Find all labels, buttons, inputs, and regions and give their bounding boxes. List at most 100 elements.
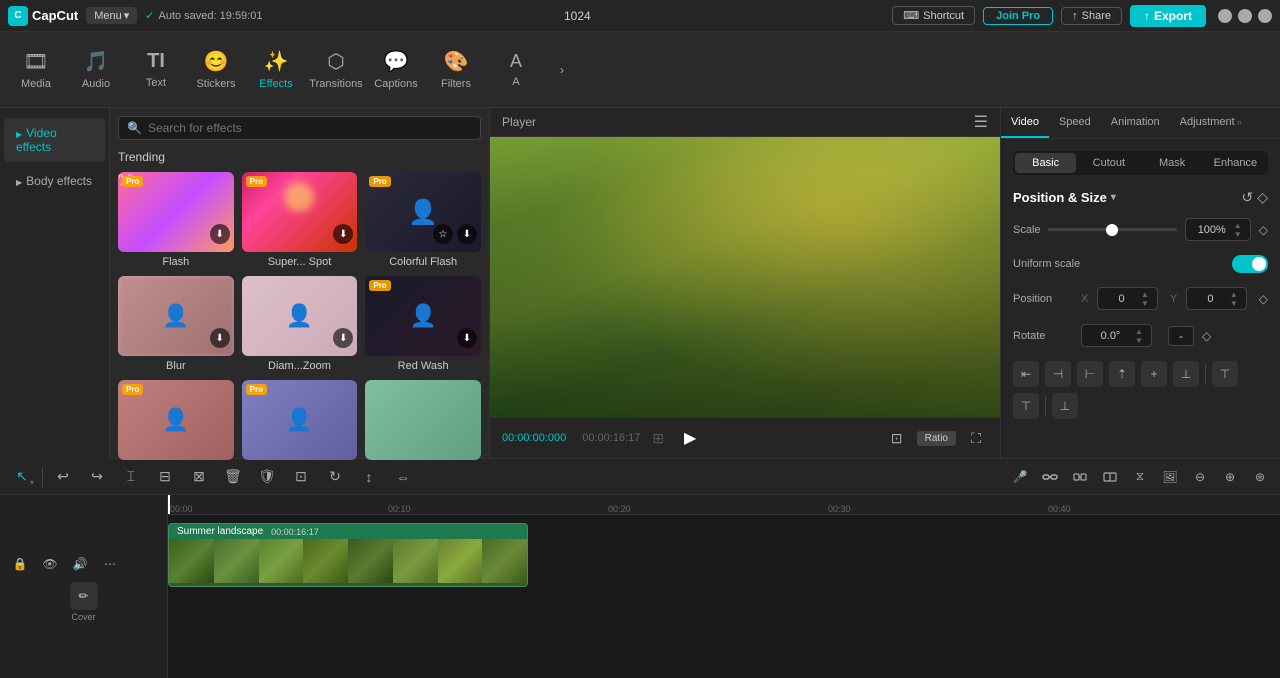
align-tl[interactable]: ⊤ — [1212, 361, 1238, 387]
timeline-tracks[interactable]: 00:00 00:10 00:20 00:30 00:40 Summer lan… — [168, 495, 1280, 678]
tl-fit[interactable]: ⊛ — [1248, 465, 1272, 489]
tool-audio[interactable]: 🎵 Audio — [68, 36, 124, 104]
rotate-diamond[interactable]: ◇ — [1202, 329, 1211, 343]
fit-screen-button[interactable]: ⊡ — [885, 426, 909, 450]
tl-clip2[interactable] — [1068, 465, 1092, 489]
download-btn-blur[interactable]: ⬇ — [210, 328, 230, 348]
subtab-enhance[interactable]: Enhance — [1205, 153, 1266, 173]
tl-image[interactable]: 🖼 — [1158, 465, 1182, 489]
rotate-input[interactable] — [1088, 330, 1133, 342]
video-effects-tab[interactable]: Video effects — [4, 118, 105, 162]
scale-down[interactable]: ▼ — [1232, 230, 1244, 238]
tl-split[interactable]: ⌶ — [117, 463, 145, 491]
tab-adjustment[interactable]: Adjustment » — [1170, 108, 1252, 138]
pos-y-input[interactable] — [1193, 293, 1228, 305]
play-button[interactable]: ▶ — [676, 424, 704, 452]
tl-mirror[interactable]: ⇔ — [389, 463, 417, 491]
tl-redo[interactable]: ↪ — [83, 463, 111, 491]
minimize-button[interactable] — [1218, 9, 1232, 23]
pos-x-input[interactable] — [1104, 293, 1139, 305]
align-center[interactable]: + — [1141, 361, 1167, 387]
align-right[interactable]: ⊢ — [1077, 361, 1103, 387]
effect-flash[interactable]: ');"> Pro ⬇ Flash — [118, 172, 234, 268]
effect-red-wash[interactable]: 👤 Pro ⬇ Red Wash — [365, 276, 481, 372]
tool-extra[interactable]: A A — [488, 36, 544, 104]
ratio-button[interactable]: Ratio — [917, 431, 956, 446]
fullscreen-button[interactable]: ⛶ — [964, 426, 988, 450]
tool-stickers[interactable]: 😊 Stickers — [188, 36, 244, 104]
effect-diam-zoom[interactable]: 👤 ⬇ Diam...Zoom — [242, 276, 358, 372]
effect-blur[interactable]: 👤 ⬇ Blur — [118, 276, 234, 372]
download-btn-colorflash[interactable]: ⬇ — [457, 224, 477, 244]
reset-icon[interactable]: ↺ — [1241, 189, 1253, 206]
subtab-basic[interactable]: Basic — [1015, 153, 1076, 173]
tab-speed[interactable]: Speed — [1049, 108, 1101, 138]
tl-zoom-in[interactable]: ⊕ — [1218, 465, 1242, 489]
effect-pro3[interactable]: 👤 Pro — [118, 380, 234, 460]
tl-link[interactable]: ⧖ — [1128, 465, 1152, 489]
scale-up[interactable]: ▲ — [1232, 221, 1244, 229]
effect-super-spot[interactable]: Pro ⬇ Super... Spot — [242, 172, 358, 268]
subtab-cutout[interactable]: Cutout — [1078, 153, 1139, 173]
rotate-down[interactable]: ▼ — [1133, 336, 1145, 344]
tl-split2[interactable]: ⊟ — [151, 463, 179, 491]
lock-icon[interactable]: 🔒 — [8, 552, 32, 576]
pos-diamond[interactable]: ◇ — [1259, 292, 1268, 306]
menu-button[interactable]: Menu ▾ — [86, 7, 137, 24]
cover-button[interactable]: ✏ Cover — [70, 582, 98, 622]
tool-text[interactable]: TI Text — [128, 36, 184, 104]
rotate-up[interactable]: ▲ — [1133, 327, 1145, 335]
player-menu-icon[interactable]: ☰ — [974, 112, 988, 132]
star-btn-colorflash[interactable]: ☆ — [433, 224, 453, 244]
tl-zoom-out[interactable]: ⊖ — [1188, 465, 1212, 489]
join-pro-button[interactable]: Join Pro — [983, 7, 1053, 25]
uniform-scale-toggle[interactable] — [1232, 255, 1268, 273]
tl-loop[interactable]: ↻ — [321, 463, 349, 491]
toolbar-more-button[interactable]: › — [548, 56, 576, 84]
subtab-mask[interactable]: Mask — [1142, 153, 1203, 173]
diamond-icon[interactable]: ◇ — [1257, 189, 1268, 206]
tl-flip[interactable]: ↕ — [355, 463, 383, 491]
tool-captions[interactable]: 💬 Captions — [368, 36, 424, 104]
download-btn-flash[interactable]: ⬇ — [210, 224, 230, 244]
scale-slider[interactable] — [1048, 228, 1177, 231]
effect-pro4[interactable]: 👤 Pro — [242, 380, 358, 460]
tl-protect[interactable]: 🛡 — [253, 463, 281, 491]
tl-undo[interactable]: ↩ — [49, 463, 77, 491]
align-left[interactable]: ⇤ — [1013, 361, 1039, 387]
more-options-icon[interactable]: ⋯ — [98, 552, 122, 576]
tab-video[interactable]: Video — [1001, 108, 1049, 138]
tl-crop[interactable]: ⊡ — [287, 463, 315, 491]
tool-effects[interactable]: ✨ Effects — [248, 36, 304, 104]
tl-clip1[interactable] — [1038, 465, 1062, 489]
effect-colorful-flash[interactable]: 👤 Pro ☆ ⬇ Colorful Flash — [365, 172, 481, 268]
tl-delete[interactable]: 🗑 — [219, 463, 247, 491]
align-center-h[interactable]: ⊣ — [1045, 361, 1071, 387]
align-bottom[interactable]: ⊥ — [1173, 361, 1199, 387]
audio-icon[interactable]: 🔊 — [68, 552, 92, 576]
pos-y-down[interactable]: ▼ — [1228, 299, 1240, 307]
shortcut-button[interactable]: ⌨ Shortcut — [892, 6, 975, 25]
export-button[interactable]: ↑ Export — [1130, 5, 1206, 27]
search-input[interactable] — [148, 121, 472, 135]
scale-diamond[interactable]: ◇ — [1259, 223, 1268, 237]
eye-icon[interactable]: 👁 — [38, 552, 62, 576]
share-button[interactable]: ↑ Share — [1061, 7, 1122, 25]
search-bar[interactable]: 🔍 — [118, 116, 481, 140]
tab-animation[interactable]: Animation — [1101, 108, 1170, 138]
tool-transitions[interactable]: ⬡ Transitions — [308, 36, 364, 104]
tool-filters[interactable]: 🎨 Filters — [428, 36, 484, 104]
tl-trim[interactable]: ⊠ — [185, 463, 213, 491]
tl-mic[interactable]: 🎤 — [1008, 465, 1032, 489]
tl-clip3[interactable] — [1098, 465, 1122, 489]
align-top[interactable]: ⇡ — [1109, 361, 1135, 387]
tool-media[interactable]: 🎞 Media — [8, 36, 64, 104]
download-btn-redwash[interactable]: ⬇ — [457, 328, 477, 348]
video-clip[interactable]: Summer landscape 00:00:16:17 — [168, 523, 528, 587]
maximize-button[interactable] — [1238, 9, 1252, 23]
body-effects-tab[interactable]: Body effects — [4, 166, 105, 196]
scale-input[interactable] — [1192, 224, 1232, 236]
close-button[interactable] — [1258, 9, 1272, 23]
pos-x-down[interactable]: ▼ — [1139, 299, 1151, 307]
align-bl[interactable]: ⊥ — [1052, 393, 1078, 419]
